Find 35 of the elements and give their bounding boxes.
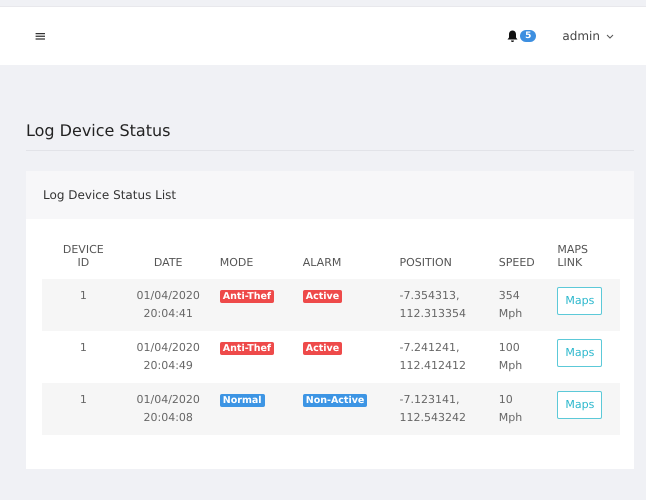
chevron-down-icon[interactable]	[606, 34, 614, 38]
table-cell-text: -7.123141, 112.543242	[400, 392, 466, 426]
card-header: Log Device Status List	[26, 171, 634, 219]
column-header: DEVICE ID	[62, 243, 105, 269]
table-cell-text: 10 Mph	[498, 392, 522, 426]
table-cell-text: 100 Mph	[498, 340, 522, 374]
column-header: SPEED	[498, 256, 535, 269]
maps-button[interactable]: Maps	[557, 287, 602, 315]
alarm-badge: Active	[302, 342, 342, 355]
column-header: POSITION	[400, 256, 452, 269]
table-cell-text: -7.354313, 112.313354	[400, 288, 466, 322]
column-header: MAPS LINK	[557, 243, 590, 269]
mode-badge: Normal	[220, 394, 265, 407]
table-cell-text: 354 Mph	[498, 288, 522, 322]
mode-badge: Anti-Thef	[220, 342, 274, 355]
table-cell-text: 01/04/2020 20:04:49	[136, 340, 200, 374]
column-header: ALARM	[302, 256, 342, 269]
table-cell: 1	[80, 289, 87, 302]
table-cell-text: 01/04/2020 20:04:08	[136, 392, 200, 426]
table-cell-text: 01/04/2020 20:04:41	[136, 288, 200, 322]
alarm-badge: Active	[302, 290, 342, 303]
maps-button[interactable]: Maps	[557, 391, 602, 419]
table-cell-text: -7.241241, 112.412412	[400, 340, 466, 374]
maps-button[interactable]: Maps	[557, 339, 602, 367]
table-cell: 1	[80, 393, 87, 406]
menu-icon[interactable]: ≡	[34, 27, 47, 45]
mode-badge: Anti-Thef	[220, 290, 274, 303]
user-menu[interactable]: admin	[562, 29, 600, 43]
column-header: MODE	[220, 256, 254, 269]
alarm-badge: Non-Active	[302, 394, 368, 407]
page-title: Log Device Status	[26, 121, 634, 151]
bell-icon[interactable]	[507, 30, 518, 42]
table-cell: 1	[80, 341, 87, 354]
column-header: DATE	[154, 256, 183, 269]
notification-badge: 5	[520, 30, 536, 42]
